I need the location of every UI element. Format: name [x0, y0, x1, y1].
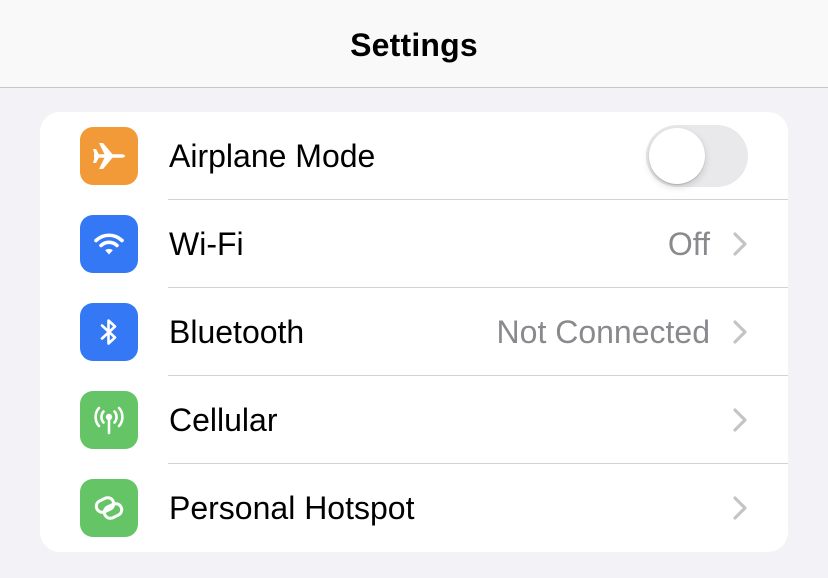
- personal-hotspot-row[interactable]: Personal Hotspot: [40, 464, 788, 552]
- bluetooth-icon: [80, 303, 138, 361]
- bluetooth-label: Bluetooth: [169, 314, 305, 350]
- cellular-row[interactable]: Cellular: [40, 376, 788, 464]
- page-title: Settings: [350, 27, 478, 63]
- airplane-mode-row[interactable]: Airplane Mode: [40, 112, 788, 200]
- wifi-label: Wi-Fi: [169, 226, 244, 262]
- settings-list: Airplane Mode Wi-Fi Off Bluetooth Not Co…: [40, 112, 788, 552]
- personal-hotspot-icon: [80, 479, 138, 537]
- bluetooth-row[interactable]: Bluetooth Not Connected: [40, 288, 788, 376]
- airplane-mode-toggle[interactable]: [646, 125, 748, 187]
- chevron-right-icon: [733, 408, 747, 432]
- cellular-label: Cellular: [169, 402, 278, 438]
- chevron-right-icon: [733, 496, 747, 520]
- personal-hotspot-label: Personal Hotspot: [169, 490, 415, 526]
- chevron-right-icon: [733, 232, 747, 256]
- navigation-bar: Settings: [0, 0, 828, 88]
- wifi-icon: [80, 215, 138, 273]
- airplane-icon: [80, 127, 138, 185]
- airplane-mode-label: Airplane Mode: [169, 138, 376, 174]
- bluetooth-status-value: Not Connected: [496, 314, 710, 350]
- chevron-right-icon: [733, 320, 747, 344]
- wifi-row[interactable]: Wi-Fi Off: [40, 200, 788, 288]
- cellular-antenna-icon: [80, 391, 138, 449]
- toggle-knob: [649, 128, 705, 184]
- wifi-status-value: Off: [667, 226, 710, 262]
